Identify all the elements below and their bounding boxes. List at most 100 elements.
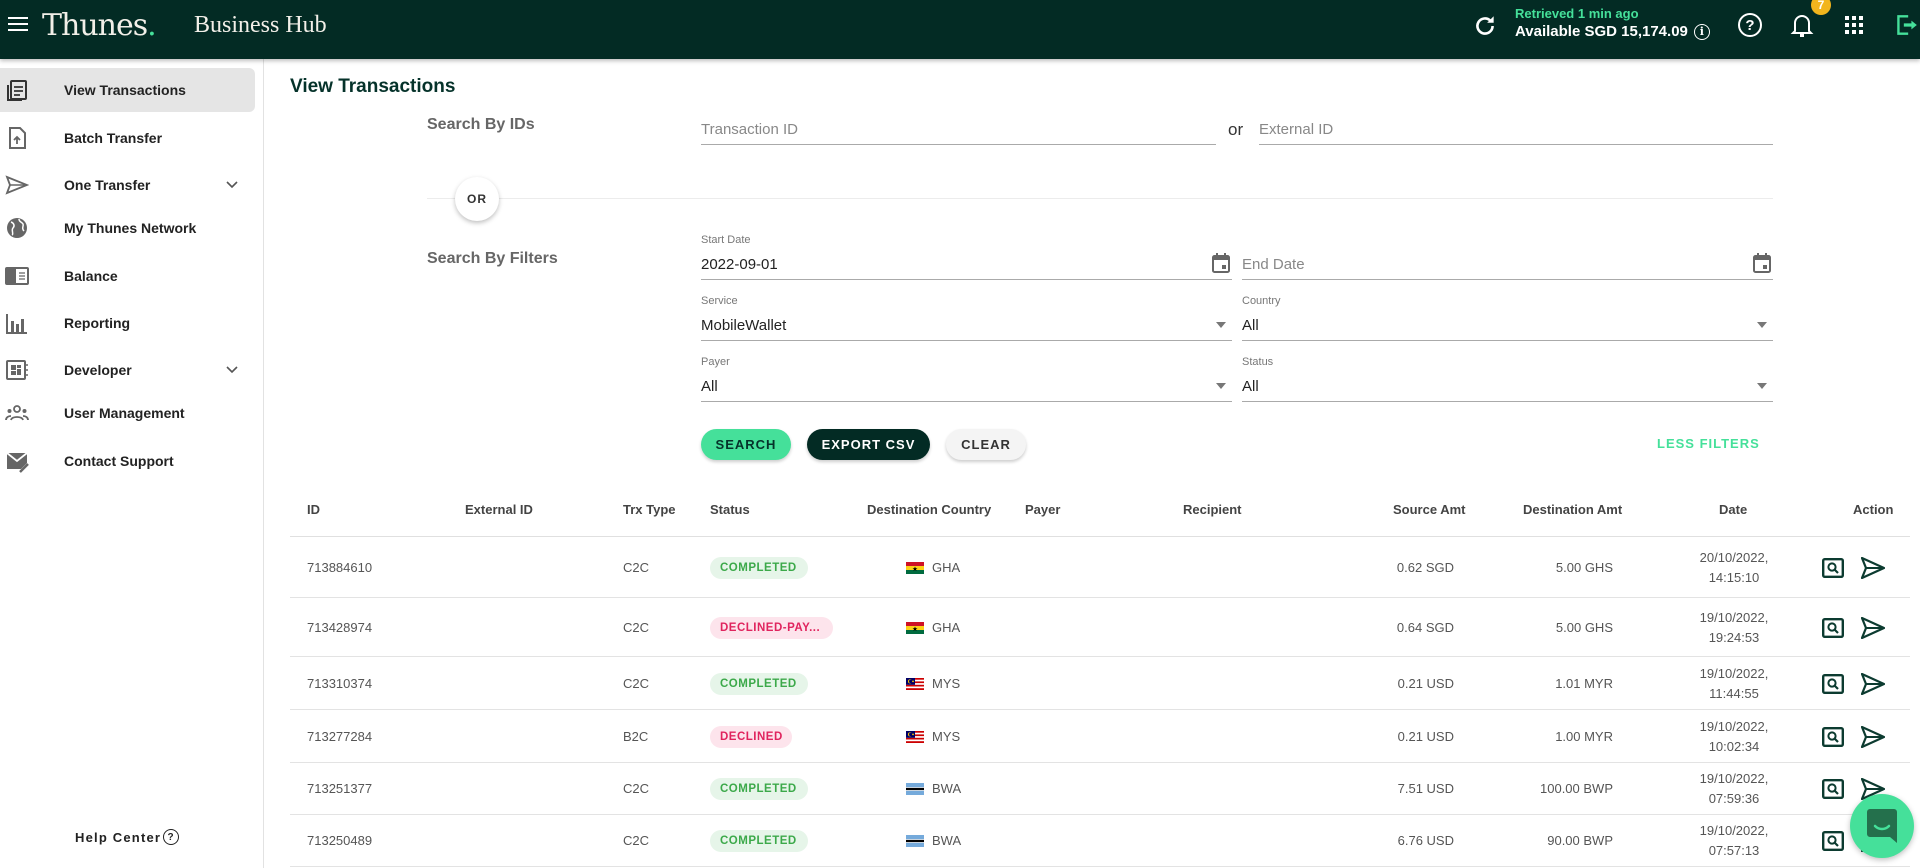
- transaction-id-input[interactable]: Transaction ID: [701, 110, 1216, 145]
- trx-type: C2C: [623, 620, 650, 635]
- sidebar-item-batch-transfer[interactable]: Batch Transfer: [0, 116, 255, 160]
- column-header-recipient[interactable]: Recipient: [1183, 502, 1242, 517]
- destination-amount: 100.00 BWP: [1540, 781, 1613, 796]
- chevron-down-icon[interactable]: [226, 366, 238, 374]
- transaction-id[interactable]: 713884610: [307, 560, 372, 575]
- column-header-destination-country[interactable]: Destination Country: [867, 502, 991, 517]
- transaction-id[interactable]: 713277284: [307, 729, 372, 744]
- apps-grid-icon[interactable]: [1845, 16, 1863, 34]
- notification-badge: 7: [1811, 0, 1831, 15]
- time-text: 11:44:55: [1709, 686, 1759, 701]
- trx-type: B2C: [623, 729, 649, 744]
- sidebar-item-balance[interactable]: Balance: [0, 254, 255, 298]
- balance-icon: [5, 267, 29, 285]
- column-header-trx-type[interactable]: Trx Type: [623, 502, 676, 517]
- source-amount: 0.64 SGD: [1396, 620, 1454, 635]
- menu-icon[interactable]: [8, 17, 28, 33]
- table-row[interactable]: 713884610 C2C COMPLETED GHA 0.62 SGD 5.00 GHS…: [290, 537, 1910, 598]
- source-amount: 0.21 USD: [1397, 729, 1454, 744]
- start-date-value: 2022-09-01: [701, 256, 778, 273]
- payer-select[interactable]: Payer All: [701, 356, 1232, 402]
- search-by-ids-label: Search By IDs: [427, 116, 535, 133]
- source-amount: 0.21 USD: [1397, 676, 1454, 691]
- transaction-id[interactable]: 713251377: [307, 781, 372, 796]
- table-row[interactable]: 713428974 C2C DECLINED-PAY... GHA 0.64 SGD 5.…: [290, 598, 1910, 657]
- start-date-field[interactable]: Start Date 2022-09-01: [701, 234, 1232, 280]
- date-text: 19/10/2022,: [1699, 719, 1769, 734]
- sidebar-item-one-transfer[interactable]: One Transfer: [0, 163, 255, 207]
- view-details-icon[interactable]: [1822, 618, 1844, 638]
- service-select[interactable]: Service MobileWallet: [701, 295, 1232, 341]
- transaction-date: 19/10/2022, 19:24:53: [1684, 608, 1784, 648]
- view-details-icon[interactable]: [1822, 558, 1844, 578]
- transaction-id[interactable]: 713250489: [307, 833, 372, 848]
- send-transfer-icon[interactable]: [1861, 726, 1885, 748]
- status-badge: DECLINED-PAY...: [710, 617, 833, 639]
- sidebar-item-reporting[interactable]: Reporting: [0, 301, 255, 345]
- time-text: 10:02:34: [1708, 739, 1760, 754]
- help-center-link[interactable]: Help Center ?: [75, 829, 180, 845]
- available-balance-text: Available SGD 15,174.09: [1515, 23, 1688, 40]
- column-header-payer[interactable]: Payer: [1025, 502, 1060, 517]
- calendar-icon[interactable]: [1753, 253, 1771, 273]
- chat-button[interactable]: [1850, 794, 1914, 858]
- sidebar-item-developer[interactable]: Developer: [0, 348, 255, 392]
- refresh-icon[interactable]: [1472, 13, 1498, 39]
- source-amount: 7.51 USD: [1397, 781, 1454, 796]
- column-header-destination-amt[interactable]: Destination Amt: [1523, 502, 1622, 517]
- transaction-id[interactable]: 713310374: [307, 676, 372, 691]
- column-header-status[interactable]: Status: [710, 502, 750, 517]
- info-icon[interactable]: i: [1693, 23, 1710, 40]
- service-label: Service: [701, 295, 738, 307]
- start-date-label: Start Date: [701, 234, 751, 246]
- view-details-icon[interactable]: [1822, 727, 1844, 747]
- table-row[interactable]: 713310374 C2C COMPLETED MYS 0.21 USD 1.01 MYR…: [290, 657, 1910, 710]
- sidebar-item-contact-support[interactable]: Contact Support: [0, 439, 255, 483]
- table-row[interactable]: 713251377 C2C COMPLETED BWA 7.51 USD 100.00 B…: [290, 763, 1910, 815]
- transaction-id[interactable]: 713428974: [307, 620, 372, 635]
- destination-country: BWA: [932, 781, 962, 796]
- date-text: 19/10/2022,: [1699, 666, 1769, 681]
- calendar-icon[interactable]: [1212, 253, 1230, 273]
- external-id-input[interactable]: External ID: [1259, 110, 1773, 145]
- table-row[interactable]: 713277284 B2C DECLINED MYS 0.21 USD 1.00 MYR 1…: [290, 710, 1910, 763]
- sidebar-item-my-thunes-network[interactable]: My Thunes Network: [0, 206, 255, 250]
- sidebar-item-label: Balance: [64, 268, 118, 284]
- retrieved-status: Retrieved 1 min ago: [1515, 6, 1639, 21]
- export-csv-button[interactable]: EXPORT CSV: [807, 429, 930, 460]
- column-header-id[interactable]: ID: [307, 502, 320, 517]
- sidebar-item-user-management[interactable]: User Management: [0, 391, 255, 435]
- status-badge: COMPLETED: [710, 830, 808, 852]
- send-transfer-icon[interactable]: [1861, 557, 1885, 579]
- country-select[interactable]: Country All: [1242, 295, 1773, 341]
- help-icon[interactable]: ?: [1738, 13, 1762, 37]
- view-details-icon[interactable]: [1822, 831, 1844, 851]
- send-icon: [5, 175, 29, 195]
- view-details-icon[interactable]: [1822, 779, 1844, 799]
- payer-label: Payer: [701, 356, 730, 368]
- end-date-field[interactable]: End Date: [1242, 237, 1773, 280]
- or-divider-badge: OR: [455, 177, 499, 221]
- column-header-date[interactable]: Date: [1719, 502, 1747, 517]
- send-transfer-icon[interactable]: [1861, 617, 1885, 639]
- table-row[interactable]: 713250489 C2C COMPLETED BWA 6.76 USD 90.00 BW…: [290, 815, 1910, 867]
- chevron-down-icon[interactable]: [226, 181, 238, 189]
- logout-icon[interactable]: [1893, 12, 1919, 38]
- destination-amount: 5.00 GHS: [1555, 620, 1613, 635]
- status-value: All: [1242, 378, 1259, 395]
- status-select[interactable]: Status All: [1242, 356, 1773, 402]
- search-button[interactable]: SEARCH: [701, 429, 791, 460]
- column-header-source-amt[interactable]: Source Amt: [1393, 502, 1465, 517]
- less-filters-link[interactable]: LESS FILTERS: [1657, 436, 1760, 451]
- bell-icon[interactable]: [1790, 12, 1814, 38]
- destination-amount: 1.01 MYR: [1555, 676, 1613, 691]
- brand-logo[interactable]: Thunes.: [42, 8, 157, 43]
- brand-dot: .: [147, 8, 156, 43]
- sidebar: View Transactions Batch Transfer One Tra…: [0, 59, 264, 868]
- view-details-icon[interactable]: [1822, 674, 1844, 694]
- send-transfer-icon[interactable]: [1861, 673, 1885, 695]
- sidebar-item-view-transactions[interactable]: View Transactions: [0, 68, 255, 112]
- column-header-external-id[interactable]: External ID: [465, 502, 533, 517]
- clear-button[interactable]: CLEAR: [946, 429, 1026, 460]
- sidebar-item-label: Batch Transfer: [64, 130, 163, 146]
